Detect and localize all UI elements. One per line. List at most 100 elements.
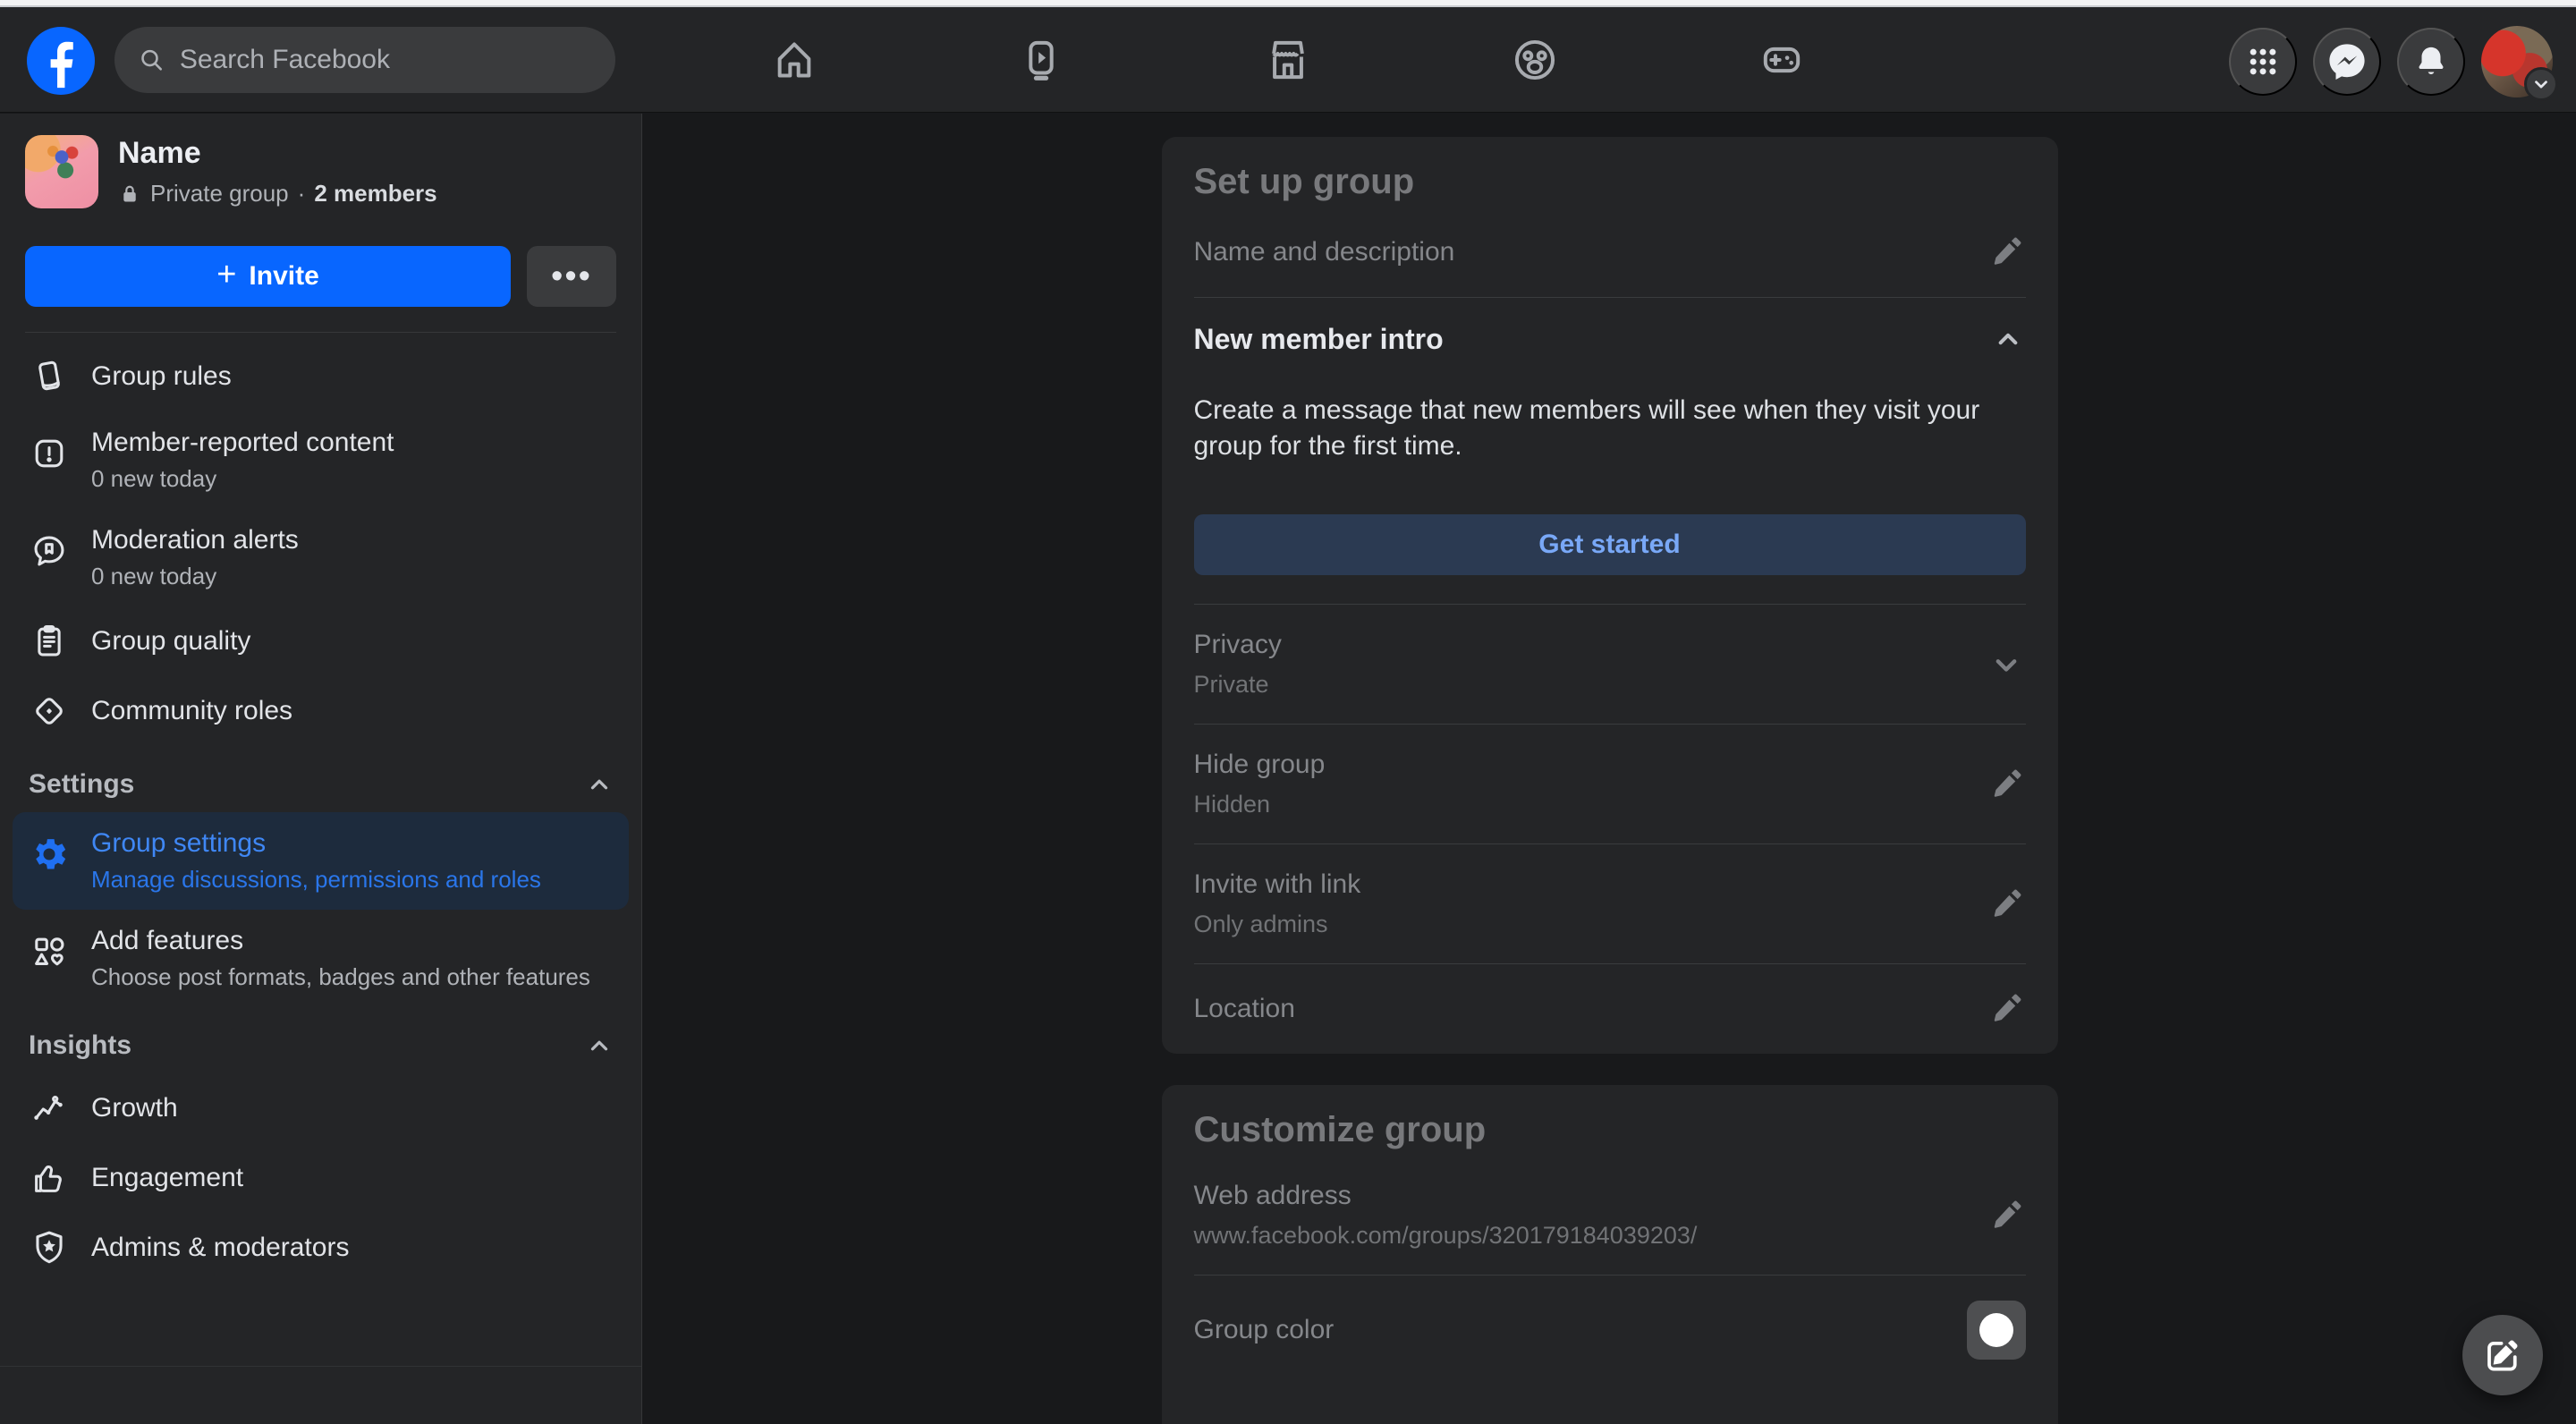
get-started-button[interactable]: Get started	[1193, 514, 2026, 575]
account-menu-chevron[interactable]	[2524, 67, 2558, 101]
row-value: Only admins	[1193, 911, 1328, 937]
search-icon	[141, 49, 163, 71]
edit-pencil-icon[interactable]	[1987, 765, 2026, 804]
chevron-up-icon	[586, 771, 613, 798]
customize-group-card: Customize group Web address www.facebook…	[1161, 1085, 2058, 1424]
sidebar-item-label: Moderation alerts	[91, 525, 299, 555]
sidebar-item-label: Group rules	[91, 361, 232, 391]
messenger-button[interactable]	[2313, 28, 2381, 96]
group-settings-main: Set up group Name and description New me…	[643, 114, 2576, 1424]
groups-icon	[1514, 39, 1555, 81]
sidebar-item-admins-moderators[interactable]: Admins & moderators	[13, 1213, 629, 1283]
sidebar-item-moderation-alerts[interactable]: Moderation alerts 0 new today	[13, 509, 629, 606]
invite-button[interactable]: + Invite	[25, 246, 511, 307]
sidebar-item-label: Member-reported content	[91, 428, 394, 457]
sidebar-item-member-reported-content[interactable]: Member-reported content 0 new today	[13, 411, 629, 509]
apps-menu-button[interactable]	[2229, 28, 2297, 96]
row-label: Location	[1193, 994, 1295, 1023]
sidebar-item-label: Admins & moderators	[91, 1233, 350, 1262]
sidebar-item-group-settings[interactable]: Group settings Manage discussions, permi…	[13, 812, 629, 910]
section-label: Insights	[29, 1030, 132, 1060]
row-label: Hide group	[1193, 750, 1326, 779]
bell-icon	[2419, 47, 2444, 74]
edit-pencil-icon[interactable]	[1987, 1196, 2026, 1235]
groups-tab[interactable]	[1509, 34, 1561, 86]
group-color-row[interactable]: Group color	[1194, 1276, 2026, 1385]
sidebar-item-group-rules[interactable]: Group rules	[13, 342, 629, 411]
sidebar-item-community-roles[interactable]: Community roles	[13, 676, 629, 746]
messenger-icon	[2329, 44, 2365, 80]
sidebar-item-group-quality[interactable]: Group quality	[13, 606, 629, 676]
window-top-edge	[0, 0, 2576, 7]
chevron-up-icon	[586, 1032, 613, 1059]
set-up-group-card: Set up group Name and description New me…	[1161, 137, 2058, 1054]
gear-icon	[29, 834, 70, 875]
sidebar-item-sub: 0 new today	[91, 563, 217, 589]
main-nav-tabs	[768, 7, 1808, 113]
edit-pencil-icon[interactable]	[1987, 233, 2026, 272]
group-admin-sidebar: Name Private group · 2 members + Invite …	[0, 114, 642, 1424]
privacy-row[interactable]: Privacy Private	[1194, 605, 2026, 724]
sidebar-section-insights[interactable]: Insights	[13, 1007, 629, 1073]
new-member-intro-header[interactable]: New member intro	[1194, 298, 2026, 357]
notifications-button[interactable]	[2397, 28, 2465, 96]
group-members-count[interactable]: 2 members	[314, 180, 436, 208]
group-header: Name Private group · 2 members + Invite …	[0, 114, 641, 333]
facebook-logo[interactable]	[27, 27, 95, 95]
chevron-down-icon[interactable]	[1987, 645, 2026, 684]
create-post-fab[interactable]	[2462, 1315, 2543, 1395]
video-icon	[1029, 40, 1054, 81]
group-quality-icon	[29, 621, 70, 662]
chevron-down-icon	[2535, 81, 2547, 89]
sidebar-item-label: Growth	[91, 1093, 178, 1123]
apps-grid-icon	[2250, 48, 2276, 75]
chevron-up-icon[interactable]	[1990, 321, 2026, 357]
topbar-actions	[2229, 26, 2558, 101]
gaming-tab[interactable]	[1756, 34, 1808, 86]
group-privacy-label: Private group	[150, 180, 289, 207]
invite-with-link-row[interactable]: Invite with link Only admins	[1194, 844, 2026, 963]
group-avatar[interactable]	[25, 135, 98, 208]
location-row[interactable]: Location	[1194, 964, 2026, 1054]
more-options-button[interactable]: •••	[527, 246, 616, 307]
marketplace-tab[interactable]	[1262, 34, 1314, 86]
facebook-f-icon	[50, 41, 73, 89]
group-color-swatch-button[interactable]	[1966, 1301, 2026, 1360]
group-meta: Private group · 2 members	[118, 180, 437, 208]
search-input[interactable]	[179, 45, 592, 75]
compose-icon	[2487, 1340, 2518, 1371]
shield-star-icon	[29, 1227, 70, 1268]
reported-content-icon	[29, 433, 70, 474]
hide-group-row[interactable]: Hide group Hidden	[1194, 725, 2026, 843]
video-tab[interactable]	[1015, 34, 1067, 86]
row-value: Private	[1193, 671, 1269, 698]
features-shapes-icon	[29, 931, 70, 972]
growth-chart-icon	[29, 1088, 70, 1129]
global-search[interactable]	[114, 27, 615, 93]
row-label: Privacy	[1193, 630, 1282, 659]
new-member-intro-description: Create a message that new members will s…	[1193, 395, 1980, 461]
edit-pencil-icon[interactable]	[1987, 989, 2026, 1029]
sidebar-section-settings[interactable]: Settings	[13, 746, 629, 812]
name-description-row[interactable]: Name and description	[1194, 202, 2026, 297]
sidebar-item-add-features[interactable]: Add features Choose post formats, badges…	[13, 910, 629, 1007]
edit-pencil-icon[interactable]	[1987, 885, 2026, 924]
thumbs-up-icon	[29, 1157, 70, 1199]
marketplace-icon	[1272, 40, 1304, 80]
lock-icon	[123, 185, 136, 201]
profile-avatar[interactable]	[2481, 26, 2558, 101]
color-dot	[1979, 1313, 2013, 1347]
home-tab[interactable]	[768, 34, 820, 86]
group-name[interactable]: Name	[118, 136, 437, 171]
sidebar-item-engagement[interactable]: Engagement	[13, 1143, 629, 1213]
row-label: Invite with link	[1193, 869, 1361, 899]
rules-book-icon	[29, 356, 70, 397]
community-roles-icon	[29, 691, 70, 732]
web-address-row[interactable]: Web address www.facebook.com/groups/3201…	[1194, 1150, 2026, 1275]
sidebar-item-label: Engagement	[91, 1163, 244, 1192]
card-title: Customize group	[1193, 1110, 1487, 1149]
sidebar-item-growth[interactable]: Growth	[13, 1073, 629, 1143]
row-label: Name and description	[1193, 237, 1455, 267]
sidebar-bottom-divider	[0, 1366, 641, 1367]
top-navigation-bar	[0, 7, 2576, 113]
